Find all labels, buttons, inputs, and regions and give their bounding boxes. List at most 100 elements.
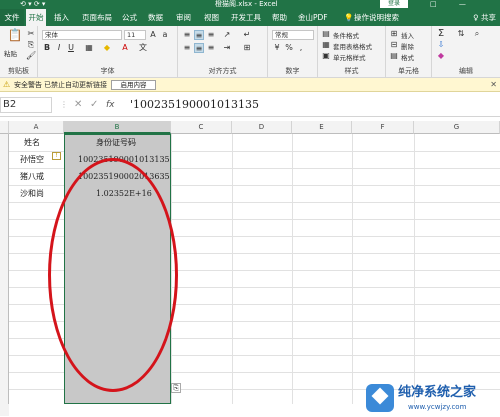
align-center-icon[interactable]: ≡ bbox=[194, 43, 204, 53]
wrap-text-icon[interactable]: ↵ bbox=[242, 30, 252, 40]
column-header-d[interactable]: D bbox=[232, 121, 292, 134]
name-box[interactable]: B2 bbox=[0, 97, 52, 113]
tab-insert[interactable]: 插入 bbox=[54, 9, 69, 26]
tell-me-search[interactable]: 操作说明搜索 bbox=[354, 9, 399, 26]
insert-cells-button[interactable]: 插入 bbox=[401, 30, 414, 40]
share-button[interactable]: ♀ 共享 bbox=[473, 9, 496, 26]
bold-icon[interactable]: B bbox=[42, 43, 52, 53]
merge-center-icon[interactable]: ⊞ bbox=[242, 43, 252, 53]
paste-label[interactable]: 粘贴 bbox=[4, 48, 17, 58]
border-icon[interactable]: ▦ bbox=[84, 43, 94, 53]
autosum-icon[interactable]: Σ bbox=[436, 29, 446, 39]
security-warning-title: 安全警告 bbox=[14, 81, 42, 89]
font-color-icon[interactable]: A bbox=[120, 43, 130, 53]
align-left-icon[interactable]: ≡ bbox=[182, 43, 192, 53]
cancel-icon[interactable]: ✕ bbox=[74, 97, 82, 113]
worksheet-grid[interactable]: A B C D E F G 姓名 身份证号码 孙悟空 1002351900010… bbox=[0, 121, 500, 417]
sort-filter-icon[interactable]: ⇅ bbox=[456, 29, 466, 39]
tab-review[interactable]: 审阅 bbox=[176, 9, 191, 26]
comma-icon[interactable]: , bbox=[296, 43, 306, 53]
gridline bbox=[352, 134, 353, 404]
cell-a2[interactable]: 孙悟空 bbox=[20, 151, 44, 168]
currency-icon[interactable]: ¥ bbox=[272, 43, 282, 53]
format-cells-icon[interactable]: ▤ bbox=[389, 51, 399, 61]
formula-input[interactable]: '100235190001013135 bbox=[130, 97, 259, 113]
tab-view[interactable]: 视图 bbox=[204, 9, 219, 26]
tab-page-layout[interactable]: 页面布局 bbox=[82, 9, 112, 26]
grow-font-icon[interactable]: A bbox=[148, 30, 158, 40]
italic-icon[interactable]: I bbox=[54, 43, 64, 53]
tab-developer[interactable]: 开发工具 bbox=[231, 9, 261, 26]
gridline bbox=[414, 134, 415, 404]
cut-icon[interactable]: ✂ bbox=[26, 29, 36, 39]
fill-color-icon[interactable]: ◆ bbox=[102, 43, 112, 53]
sheet-nav-scroll[interactable] bbox=[0, 404, 9, 416]
format-cells-button[interactable]: 格式 bbox=[401, 52, 414, 62]
tab-help[interactable]: 帮助 bbox=[272, 9, 287, 26]
tab-file[interactable]: 文件 bbox=[0, 9, 24, 26]
ribbon: 📋 粘贴 ✂ ⎘ 🖌 剪贴板 宋体 11 A a B I U ▦ ◆ A 文 字… bbox=[0, 26, 500, 78]
column-header-a[interactable]: A bbox=[9, 121, 64, 134]
close-icon[interactable]: ✕ bbox=[490, 78, 497, 92]
cell-styles-icon[interactable]: ▣ bbox=[321, 51, 331, 61]
row-header-gutter[interactable] bbox=[0, 134, 9, 404]
styles-group-label: 样式 bbox=[344, 67, 359, 75]
find-select-icon[interactable]: ⌕ bbox=[472, 29, 482, 39]
error-warning-icon[interactable]: ! bbox=[52, 152, 61, 160]
tab-data[interactable]: 数据 bbox=[148, 9, 163, 26]
paste-options-icon[interactable]: ⎘ bbox=[171, 383, 181, 393]
align-top-icon[interactable]: ≡ bbox=[182, 30, 192, 40]
format-as-table-icon[interactable]: ▦ bbox=[321, 40, 331, 50]
copy-icon[interactable]: ⎘ bbox=[26, 40, 36, 50]
conditional-format-icon[interactable]: ▤ bbox=[321, 29, 331, 39]
font-group: 宋体 11 A a B I U ▦ ◆ A 文 字体 bbox=[38, 26, 178, 78]
login-button[interactable]: 登录 bbox=[380, 0, 408, 8]
clipboard-group: 📋 粘贴 ✂ ⎘ 🖌 剪贴板 bbox=[0, 26, 38, 78]
insert-function-icon[interactable]: fx bbox=[106, 97, 115, 113]
cell-styles-button[interactable]: 单元格样式 bbox=[333, 52, 366, 62]
enable-content-button[interactable]: 启用内容 bbox=[111, 80, 156, 90]
shrink-font-icon[interactable]: a bbox=[160, 30, 170, 40]
watermark-url: www.ycwjzy.com bbox=[408, 403, 467, 411]
delete-cells-icon[interactable]: ⊟ bbox=[389, 40, 399, 50]
underline-icon[interactable]: U bbox=[66, 43, 76, 53]
percent-icon[interactable]: % bbox=[284, 43, 294, 53]
font-name-combo[interactable]: 宋体 bbox=[42, 30, 122, 40]
fill-icon[interactable]: ⇩ bbox=[436, 40, 446, 50]
watermark: 纯净系统之家 www.ycwjzy.com bbox=[360, 382, 500, 417]
quick-access-toolbar[interactable]: ⟲ ▾ ⟳ ▾ bbox=[20, 0, 45, 9]
paste-icon[interactable]: 📋 bbox=[6, 29, 24, 46]
format-as-table-button[interactable]: 套用表格格式 bbox=[333, 41, 372, 51]
alignment-group-label: 对齐方式 bbox=[208, 67, 237, 75]
editing-group-label: 编辑 bbox=[459, 67, 473, 75]
format-painter-icon[interactable]: 🖌 bbox=[26, 51, 36, 61]
orientation-icon[interactable]: ↗ bbox=[222, 30, 232, 40]
column-header-e[interactable]: E bbox=[292, 121, 352, 134]
align-right-icon[interactable]: ≡ bbox=[206, 43, 216, 53]
tab-home[interactable]: 开始 bbox=[26, 9, 46, 26]
select-all-corner[interactable] bbox=[0, 121, 9, 134]
tab-wps-pdf[interactable]: 金山PDF bbox=[298, 9, 328, 26]
conditional-format-button[interactable]: 条件格式 bbox=[333, 30, 359, 40]
number-format-combo[interactable]: 常规 bbox=[272, 30, 314, 40]
insert-cells-icon[interactable]: ⊞ bbox=[389, 29, 399, 39]
align-middle-icon[interactable]: ≡ bbox=[194, 30, 204, 40]
align-bottom-icon[interactable]: ≡ bbox=[206, 30, 216, 40]
red-highlight-ellipse bbox=[48, 158, 178, 392]
indent-icon[interactable]: ⇥ bbox=[222, 43, 232, 53]
phonetic-icon[interactable]: 文 bbox=[138, 43, 148, 53]
delete-cells-button[interactable]: 删除 bbox=[401, 41, 414, 51]
clear-icon[interactable]: ◆ bbox=[436, 51, 446, 61]
cell-a1[interactable]: 姓名 bbox=[24, 134, 40, 151]
font-size-combo[interactable]: 11 bbox=[124, 30, 146, 40]
cell-a4[interactable]: 沙和尚 bbox=[20, 185, 44, 202]
column-header-f[interactable]: F bbox=[352, 121, 414, 134]
gridline bbox=[232, 134, 233, 404]
cell-a3[interactable]: 猪八戒 bbox=[20, 168, 44, 185]
cell-b1[interactable]: 身份证号码 bbox=[96, 134, 136, 151]
enter-icon[interactable]: ✓ bbox=[90, 97, 98, 113]
column-header-b[interactable]: B bbox=[64, 121, 171, 134]
column-header-c[interactable]: C bbox=[171, 121, 232, 134]
tab-formulas[interactable]: 公式 bbox=[122, 9, 137, 26]
column-header-g[interactable]: G bbox=[414, 121, 500, 134]
